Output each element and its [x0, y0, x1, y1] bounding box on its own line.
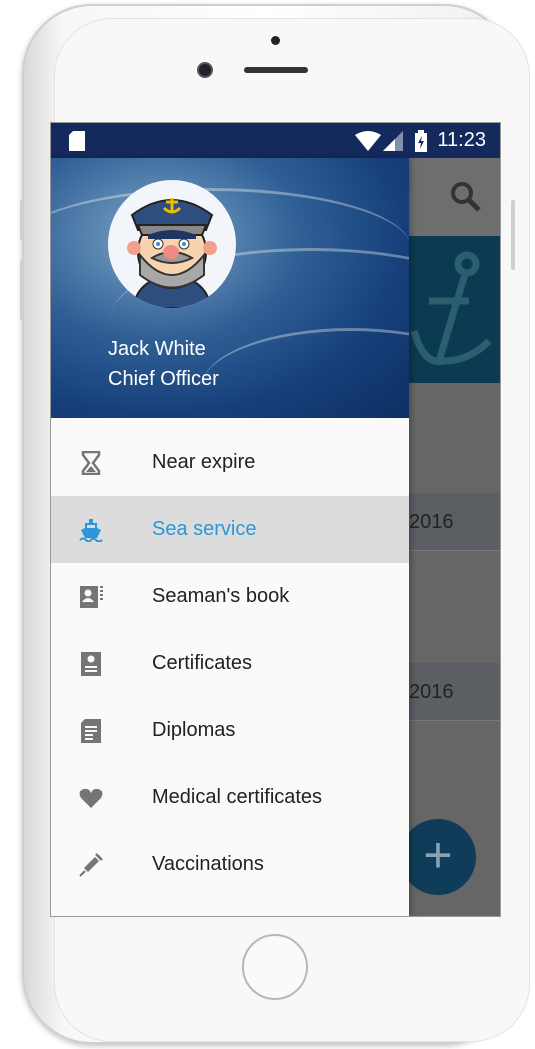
certificate-icon	[81, 651, 101, 676]
id-book-icon	[80, 585, 103, 608]
row-date: 2016	[409, 681, 454, 703]
signal-icon	[383, 131, 403, 151]
power-button	[511, 200, 515, 270]
home-button[interactable]	[242, 934, 308, 1000]
profile-name: Jack White	[108, 338, 206, 360]
navigation-drawer: Jack White Chief Officer Near expire Sea…	[51, 158, 409, 916]
front-camera	[197, 62, 213, 78]
diploma-icon	[81, 718, 101, 743]
menu-item-certificates[interactable]: Certificates	[51, 630, 409, 697]
menu-item-vaccinations[interactable]: Vaccinations	[51, 831, 409, 898]
hourglass-icon	[81, 450, 101, 475]
menu-item-label: Near expire	[152, 451, 256, 473]
menu-item-seamans-book[interactable]: Seaman's book	[51, 563, 409, 630]
screen: 11:23 2016 2016 + Jack White Chief Offic…	[50, 122, 501, 917]
menu-item-label: Vaccinations	[152, 853, 264, 875]
proximity-sensor	[271, 36, 280, 45]
menu-item-label: Medical certificates	[152, 786, 323, 808]
menu-item-label: Sea service	[152, 518, 257, 540]
search-icon[interactable]	[449, 180, 483, 214]
row-date: 2016	[409, 511, 454, 533]
anchor-icon	[410, 251, 492, 366]
ship-icon	[79, 518, 103, 542]
wifi-icon	[355, 131, 381, 151]
app-bar	[409, 158, 500, 236]
heart-icon	[79, 788, 103, 808]
menu-item-medical-certificates[interactable]: Medical certificates	[51, 764, 409, 831]
menu-item-label: Certificates	[152, 652, 253, 674]
menu-item-diplomas[interactable]: Diplomas	[51, 697, 409, 764]
sd-card-icon	[69, 131, 85, 151]
drawer-header: Jack White Chief Officer	[51, 158, 409, 418]
list-row[interactable]: 2016	[409, 493, 500, 551]
menu-item-label: Seaman's book	[152, 585, 290, 607]
battery-charging-icon	[415, 130, 427, 152]
menu-item-sea-service[interactable]: Sea service	[51, 496, 409, 563]
mute-switch	[20, 200, 24, 240]
volume-up-button	[20, 260, 24, 320]
captain-avatar-icon	[127, 198, 217, 308]
anchor-banner	[409, 236, 500, 383]
menu-item-near-expire[interactable]: Near expire	[51, 429, 409, 496]
profile-info: Jack White Chief Officer	[108, 334, 219, 394]
menu-item-label: Diplomas	[152, 719, 236, 741]
earpiece-speaker	[244, 67, 308, 73]
profile-rank: Chief Officer	[108, 368, 219, 390]
add-fab-button[interactable]: +	[400, 819, 476, 895]
status-bar: 11:23	[51, 123, 500, 158]
drawer-menu: Near expire Sea service Seaman's book Ce…	[51, 429, 409, 898]
avatar[interactable]	[108, 180, 236, 308]
clock: 11:23	[437, 129, 486, 151]
syringe-icon	[79, 852, 103, 877]
list-row[interactable]: 2016	[409, 663, 500, 721]
